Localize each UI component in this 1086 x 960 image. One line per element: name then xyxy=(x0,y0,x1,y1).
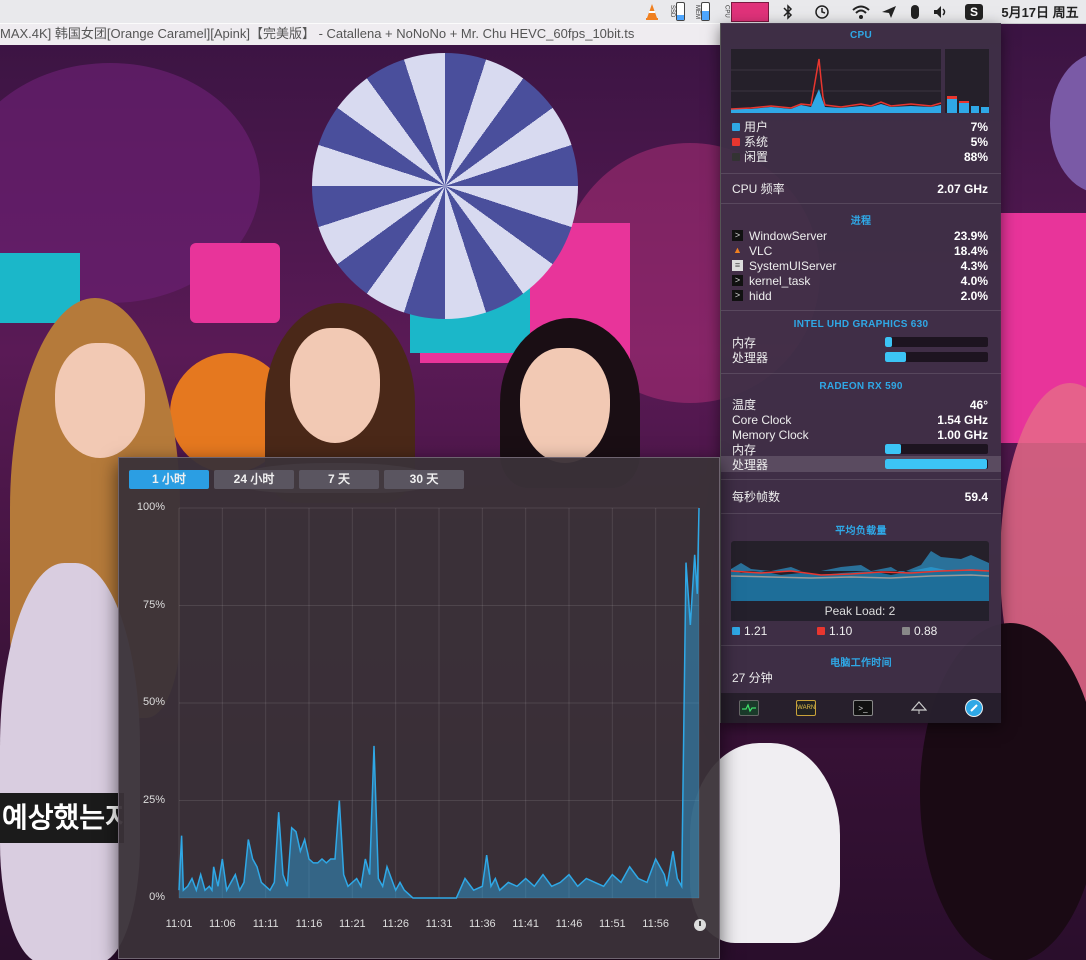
gpu-core-clock-row: Core Clock 1.54 GHz xyxy=(732,412,988,427)
process-cpu-value: 2.0% xyxy=(960,288,988,303)
y-tick-label: 100% xyxy=(136,501,165,513)
system-stats-panel: CPU 用户 7% 系统 5% 闲置 88% CPU 频率 2.07 GHz 进程 > W… xyxy=(720,23,1001,723)
process-cpu-value: 4.3% xyxy=(960,258,988,273)
x-tick-label: 11:56 xyxy=(642,918,670,930)
process-name: SystemUIServer xyxy=(749,258,837,273)
fps-row: 每秒帧数 59.4 xyxy=(732,489,988,505)
terminal-icon[interactable]: >_ xyxy=(852,700,873,716)
console-icon[interactable]: WARN xyxy=(796,700,817,716)
memory-meter-icon[interactable]: MEM xyxy=(690,0,714,23)
radeon-gpu-memory-bar xyxy=(885,444,988,454)
x-tick-label: 11:11 xyxy=(252,918,279,930)
intel-gpu-memory-bar xyxy=(885,337,988,347)
cpu-section-title: CPU xyxy=(849,30,872,41)
process-name: hidd xyxy=(749,288,772,303)
cpu-usage-graph xyxy=(731,49,989,113)
video-subtitle: 예상했는지 xyxy=(0,793,124,843)
tab-7-days[interactable]: 7 天 xyxy=(299,470,379,489)
load-average-title: 平均负载量 xyxy=(835,526,887,537)
cpu-history-line xyxy=(178,507,700,899)
peak-load-caption: Peak Load: 2 xyxy=(731,601,989,621)
x-tick-label: 11:21 xyxy=(338,918,366,930)
x-tick-label: 11:31 xyxy=(425,918,453,930)
x-tick-label: 11:36 xyxy=(468,918,496,930)
volume-icon[interactable] xyxy=(930,0,952,23)
network-icon[interactable] xyxy=(910,701,928,715)
y-tick-label: 50% xyxy=(142,696,165,708)
x-tick-label: 11:26 xyxy=(382,918,410,930)
activity-monitor-icon[interactable] xyxy=(739,700,760,716)
y-tick-label: 75% xyxy=(142,598,165,611)
wifi-icon[interactable] xyxy=(848,0,874,23)
clock-icon[interactable] xyxy=(694,919,706,931)
mouse-icon[interactable] xyxy=(905,0,925,23)
load-values-row: 1.21 1.10 0.88 xyxy=(732,623,988,638)
cpu-history-window: 1 小时 24 小时 7 天 30 天 100% 75% 50% 25% 0% 11:0… xyxy=(118,457,720,959)
terminal-icon: > xyxy=(732,230,743,241)
bluetooth-icon[interactable] xyxy=(778,0,798,23)
vlc-cone-icon: ▲ xyxy=(733,245,742,255)
y-tick-label: 0% xyxy=(149,891,165,903)
gpu-memory-clock-row: Memory Clock 1.00 GHz xyxy=(732,427,988,442)
process-name: VLC xyxy=(749,243,773,258)
cpu-history-chart xyxy=(178,507,700,899)
x-tick-label: 11:41 xyxy=(512,918,540,930)
cpu-frequency-row: CPU 频率 2.07 GHz xyxy=(732,181,988,197)
cpu-meter-icon[interactable]: CPU xyxy=(718,0,774,23)
istat-menu-icon[interactable]: S xyxy=(962,0,986,23)
x-tick-label: 11:16 xyxy=(295,918,323,930)
process-row: ▲ VLC 18.4% xyxy=(732,243,988,258)
process-row: > hidd 2.0% xyxy=(732,288,988,303)
cpu-system-row: 系统 5% xyxy=(732,134,988,149)
process-cpu-value: 4.0% xyxy=(960,273,988,288)
tab-1-hour[interactable]: 1 小时 xyxy=(129,470,209,489)
x-tick-label: 11:46 xyxy=(555,918,583,930)
cpu-user-row: 用户 7% xyxy=(732,119,988,134)
processes-title: 进程 xyxy=(850,216,872,227)
uptime-title: 电脑工作时间 xyxy=(830,658,892,669)
radeon-gpu-processor-bar xyxy=(885,459,988,469)
x-tick-label: 11:51 xyxy=(598,918,626,930)
video-title: MAX.4K] 韩国女团[Orange Caramel][Apink]【完美版】… xyxy=(0,23,720,45)
terminal-icon: > xyxy=(732,290,743,301)
gpu-temperature-row: 温度 46° xyxy=(732,397,988,413)
uptime-row: 27 分钟 xyxy=(732,671,773,685)
process-cpu-value: 23.9% xyxy=(953,228,988,243)
istat-icon[interactable] xyxy=(964,699,983,717)
process-row: > kernel_task 4.0% xyxy=(732,273,988,288)
vlc-menu-icon[interactable] xyxy=(641,0,663,23)
document-icon: ≡ xyxy=(732,260,743,271)
process-row: ≡ SystemUIServer 4.3% xyxy=(732,258,988,273)
intel-gpu-processor-bar xyxy=(885,352,988,362)
x-tick-label: 11:06 xyxy=(208,918,236,930)
tab-24-hours[interactable]: 24 小时 xyxy=(214,470,294,489)
menubar-clock[interactable]: 5月17日 周五 xyxy=(995,0,1085,23)
process-cpu-value: 18.4% xyxy=(953,243,988,258)
send-icon[interactable] xyxy=(878,0,900,23)
intel-gpu-title: INTEL UHD GRAPHICS 630 xyxy=(793,319,929,330)
menu-bar: SSD MEM CPU S 5月17日 周五 xyxy=(0,0,1086,24)
lollipop-prop xyxy=(312,53,578,319)
cpu-history-area xyxy=(179,508,699,898)
cpu-idle-row: 闲置 88% xyxy=(732,149,988,164)
terminal-icon: > xyxy=(732,275,743,286)
radeon-gpu-title: RADEON RX 590 xyxy=(819,381,903,392)
time-machine-icon[interactable] xyxy=(810,0,834,23)
process-name: kernel_task xyxy=(749,273,811,288)
process-row: > WindowServer 23.9% xyxy=(732,228,988,243)
process-name: WindowServer xyxy=(749,228,828,243)
y-tick-label: 25% xyxy=(142,793,165,806)
tab-30-days[interactable]: 30 天 xyxy=(384,470,464,489)
panel-toolbar: WARN >_ xyxy=(721,693,1001,723)
x-tick-label: 11:01 xyxy=(165,918,193,930)
ssd-meter-icon[interactable]: SSD xyxy=(665,0,689,23)
